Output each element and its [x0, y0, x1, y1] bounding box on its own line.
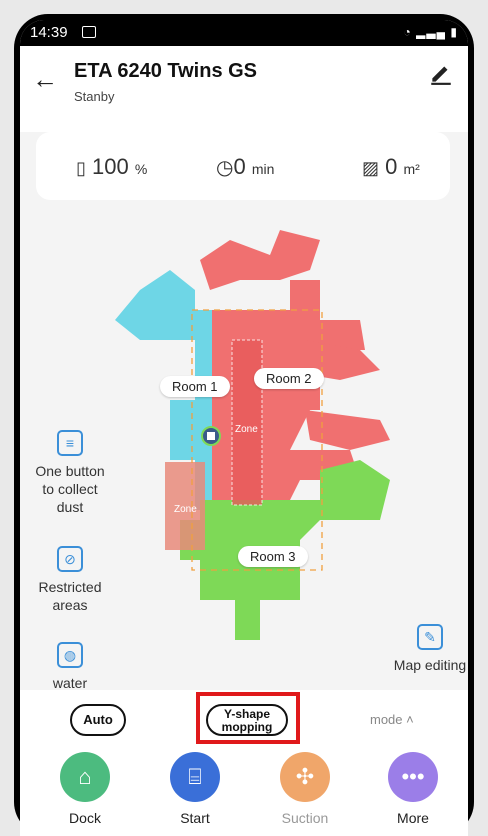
dock-label: Dock [69, 810, 101, 826]
collect-dust-label: One button to collect dust [35, 463, 105, 515]
zone-label-1: Zone [235, 424, 258, 435]
restricted-icon: ⊘ [57, 546, 83, 572]
restricted-label: Restricted areas [38, 579, 102, 613]
device-status: Stanby [74, 89, 115, 104]
more-dots-icon: ••• [388, 752, 438, 802]
area-unit: m² [403, 161, 420, 177]
suction-action[interactable]: ✣ Suction [265, 752, 345, 826]
mode-label: mode [370, 712, 403, 727]
battery-icon: ▯ [76, 158, 86, 178]
control-panel: Auto Y-shape mopping mode ˄ ⌂ Dock ⌸ Sta… [20, 690, 468, 836]
zone-label-2: Zone [174, 504, 197, 515]
start-action[interactable]: ⌸ Start [155, 752, 235, 826]
device-title: ETA 6240 Twins GS [74, 60, 258, 82]
room-3-label[interactable]: Room 3 [238, 546, 308, 567]
gallery-icon [82, 26, 96, 38]
auto-mode-button[interactable]: Auto [70, 704, 126, 736]
status-time: 14:39 [30, 24, 68, 41]
dust-bin-icon: ≡ [57, 430, 83, 456]
home-icon: ⌂ [60, 752, 110, 802]
signal-battery-icon: ◔ ▂▃▄ ▮ [403, 25, 458, 39]
zone-top [231, 339, 263, 506]
stats-card: ▯ 100 % ◷0 min ▨ 0 m² [36, 132, 450, 200]
water-drop-icon: ◍ [57, 642, 83, 668]
status-bar: 14:39 ◔ ▂▃▄ ▮ [20, 20, 468, 46]
map-editing-tool[interactable]: ✎ Map editing [390, 624, 468, 674]
room-2-right-spikes-2 [305, 410, 390, 450]
area-icon: ▨ [362, 158, 380, 178]
broom-icon: ⌸ [170, 752, 220, 802]
water-tool[interactable]: ◍ water [30, 642, 110, 692]
restricted-areas-tool[interactable]: ⊘ Restricted areas [30, 546, 110, 614]
time-stat: ◷0 min [216, 154, 274, 180]
battery-stat: ▯ 100 % [76, 154, 147, 180]
more-label: More [397, 810, 429, 826]
battery-unit: % [134, 161, 148, 177]
map-editing-label: Map editing [393, 657, 467, 673]
edit-pencil-icon[interactable] [428, 60, 454, 86]
water-label: water [52, 675, 88, 691]
battery-value: 100 [92, 154, 129, 179]
room-2-label[interactable]: Room 2 [254, 368, 324, 389]
area-stat: ▨ 0 m² [362, 154, 420, 180]
fan-icon: ✣ [280, 752, 330, 802]
yshape-mopping-button[interactable]: Y-shape mopping [206, 704, 288, 736]
time-unit: min [251, 161, 275, 177]
clock-icon: ◷ [216, 157, 234, 179]
collect-dust-tool[interactable]: ≡ One button to collect dust [30, 430, 110, 516]
suction-label: Suction [281, 810, 329, 826]
time-value: 0 [233, 154, 246, 179]
back-arrow-icon[interactable]: ← [32, 64, 58, 95]
map-edit-icon: ✎ [417, 624, 443, 650]
more-action[interactable]: ••• More [373, 752, 453, 826]
dock-action[interactable]: ⌂ Dock [45, 752, 125, 826]
screen: 14:39 ◔ ▂▃▄ ▮ ← ETA 6240 Twins GS Stanby… [20, 20, 468, 836]
start-label: Start [180, 810, 210, 826]
mode-selector[interactable]: mode ˄ [370, 712, 414, 727]
header: ← ETA 6240 Twins GS Stanby [20, 46, 468, 132]
cleaning-map[interactable]: Room 1 Room 2 Room 3 Zone Zone ≡ One but… [20, 200, 468, 692]
room-1-label[interactable]: Room 1 [160, 376, 230, 397]
area-value: 0 [385, 154, 398, 179]
